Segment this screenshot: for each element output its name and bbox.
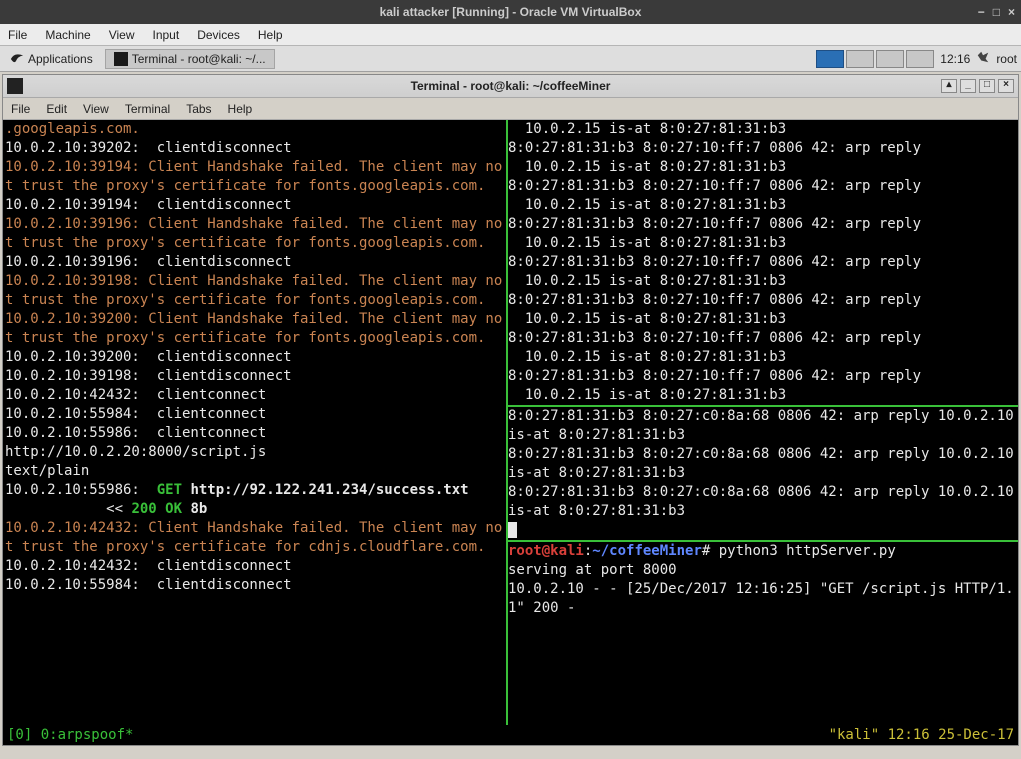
vbox-minimize-button[interactable]: − [978, 5, 985, 19]
shade-button[interactable]: ▴ [941, 79, 957, 93]
vbox-titlebar: kali attacker [Running] - Oracle VM Virt… [0, 0, 1021, 24]
workspace-1[interactable] [816, 50, 844, 68]
taskbar-item-label: Terminal - root@kali: ~/... [132, 52, 266, 66]
arpspoof-pane-top[interactable]: 10.0.2.15 is-at 8:0:27:81:31:b3 8:0:27:8… [508, 120, 1018, 405]
tmux-status-right: "kali" 12:16 25-Dec-17 [829, 727, 1014, 743]
maximize-button[interactable]: □ [979, 79, 995, 93]
taskbar-item-terminal[interactable]: Terminal - root@kali: ~/... [105, 49, 275, 69]
terminal-titlebar[interactable]: Terminal - root@kali: ~/coffeeMiner ▴ _ … [3, 75, 1018, 98]
vbox-maximize-button[interactable]: □ [993, 5, 1000, 19]
httpserver-pane[interactable]: root@kali:~/coffeeMiner# python3 httpSer… [508, 540, 1018, 618]
vbox-close-button[interactable]: × [1008, 5, 1015, 19]
tmux-pane-left[interactable]: .googleapis.com.10.0.2.10:39202: clientd… [3, 120, 506, 725]
vbox-menu-view[interactable]: View [109, 28, 135, 42]
minimize-button[interactable]: _ [960, 79, 976, 93]
workspace-switcher[interactable] [816, 50, 934, 68]
tmux-status-left: [0] 0:arpspoof* [7, 727, 133, 743]
vbox-title: kali attacker [Running] - Oracle VM Virt… [380, 5, 642, 19]
term-menu-tabs[interactable]: Tabs [186, 102, 211, 116]
vbox-menubar: File Machine View Input Devices Help [0, 24, 1021, 46]
terminal-icon [7, 78, 23, 94]
workspace-3[interactable] [876, 50, 904, 68]
terminal-title: Terminal - root@kali: ~/coffeeMiner [411, 79, 611, 93]
workspace-4[interactable] [906, 50, 934, 68]
term-menu-file[interactable]: File [11, 102, 30, 116]
term-menu-terminal[interactable]: Terminal [125, 102, 170, 116]
arpspoof-pane-mid[interactable]: 8:0:27:81:31:b3 8:0:27:c0:8a:68 0806 42:… [508, 405, 1018, 540]
close-button[interactable]: × [998, 79, 1014, 93]
vbox-menu-machine[interactable]: Machine [45, 28, 90, 42]
vbox-menu-help[interactable]: Help [258, 28, 283, 42]
term-menu-help[interactable]: Help [228, 102, 253, 116]
tmux-panes: .googleapis.com.10.0.2.10:39202: clientd… [3, 120, 1018, 725]
panel-clock[interactable]: 12:16 [940, 52, 970, 66]
term-menu-view[interactable]: View [83, 102, 109, 116]
panel-user[interactable]: root [996, 52, 1017, 66]
applications-menu[interactable]: Applications [4, 52, 99, 66]
terminal-window: Terminal - root@kali: ~/coffeeMiner ▴ _ … [2, 74, 1019, 746]
kali-dragon-icon [10, 52, 24, 66]
xfce-panel: Applications Terminal - root@kali: ~/...… [0, 46, 1021, 72]
workspace-2[interactable] [846, 50, 874, 68]
tmux-statusbar: [0] 0:arpspoof* "kali" 12:16 25-Dec-17 [3, 725, 1018, 745]
vbox-menu-file[interactable]: File [8, 28, 27, 42]
vbox-menu-input[interactable]: Input [153, 28, 180, 42]
term-menu-edit[interactable]: Edit [46, 102, 67, 116]
tmux-pane-right[interactable]: 10.0.2.15 is-at 8:0:27:81:31:b3 8:0:27:8… [506, 120, 1018, 725]
terminal-icon [114, 52, 128, 66]
vbox-menu-devices[interactable]: Devices [197, 28, 240, 42]
terminal-menubar: File Edit View Terminal Tabs Help [3, 98, 1018, 120]
screenshot-icon[interactable] [976, 50, 990, 67]
applications-label: Applications [28, 52, 93, 66]
